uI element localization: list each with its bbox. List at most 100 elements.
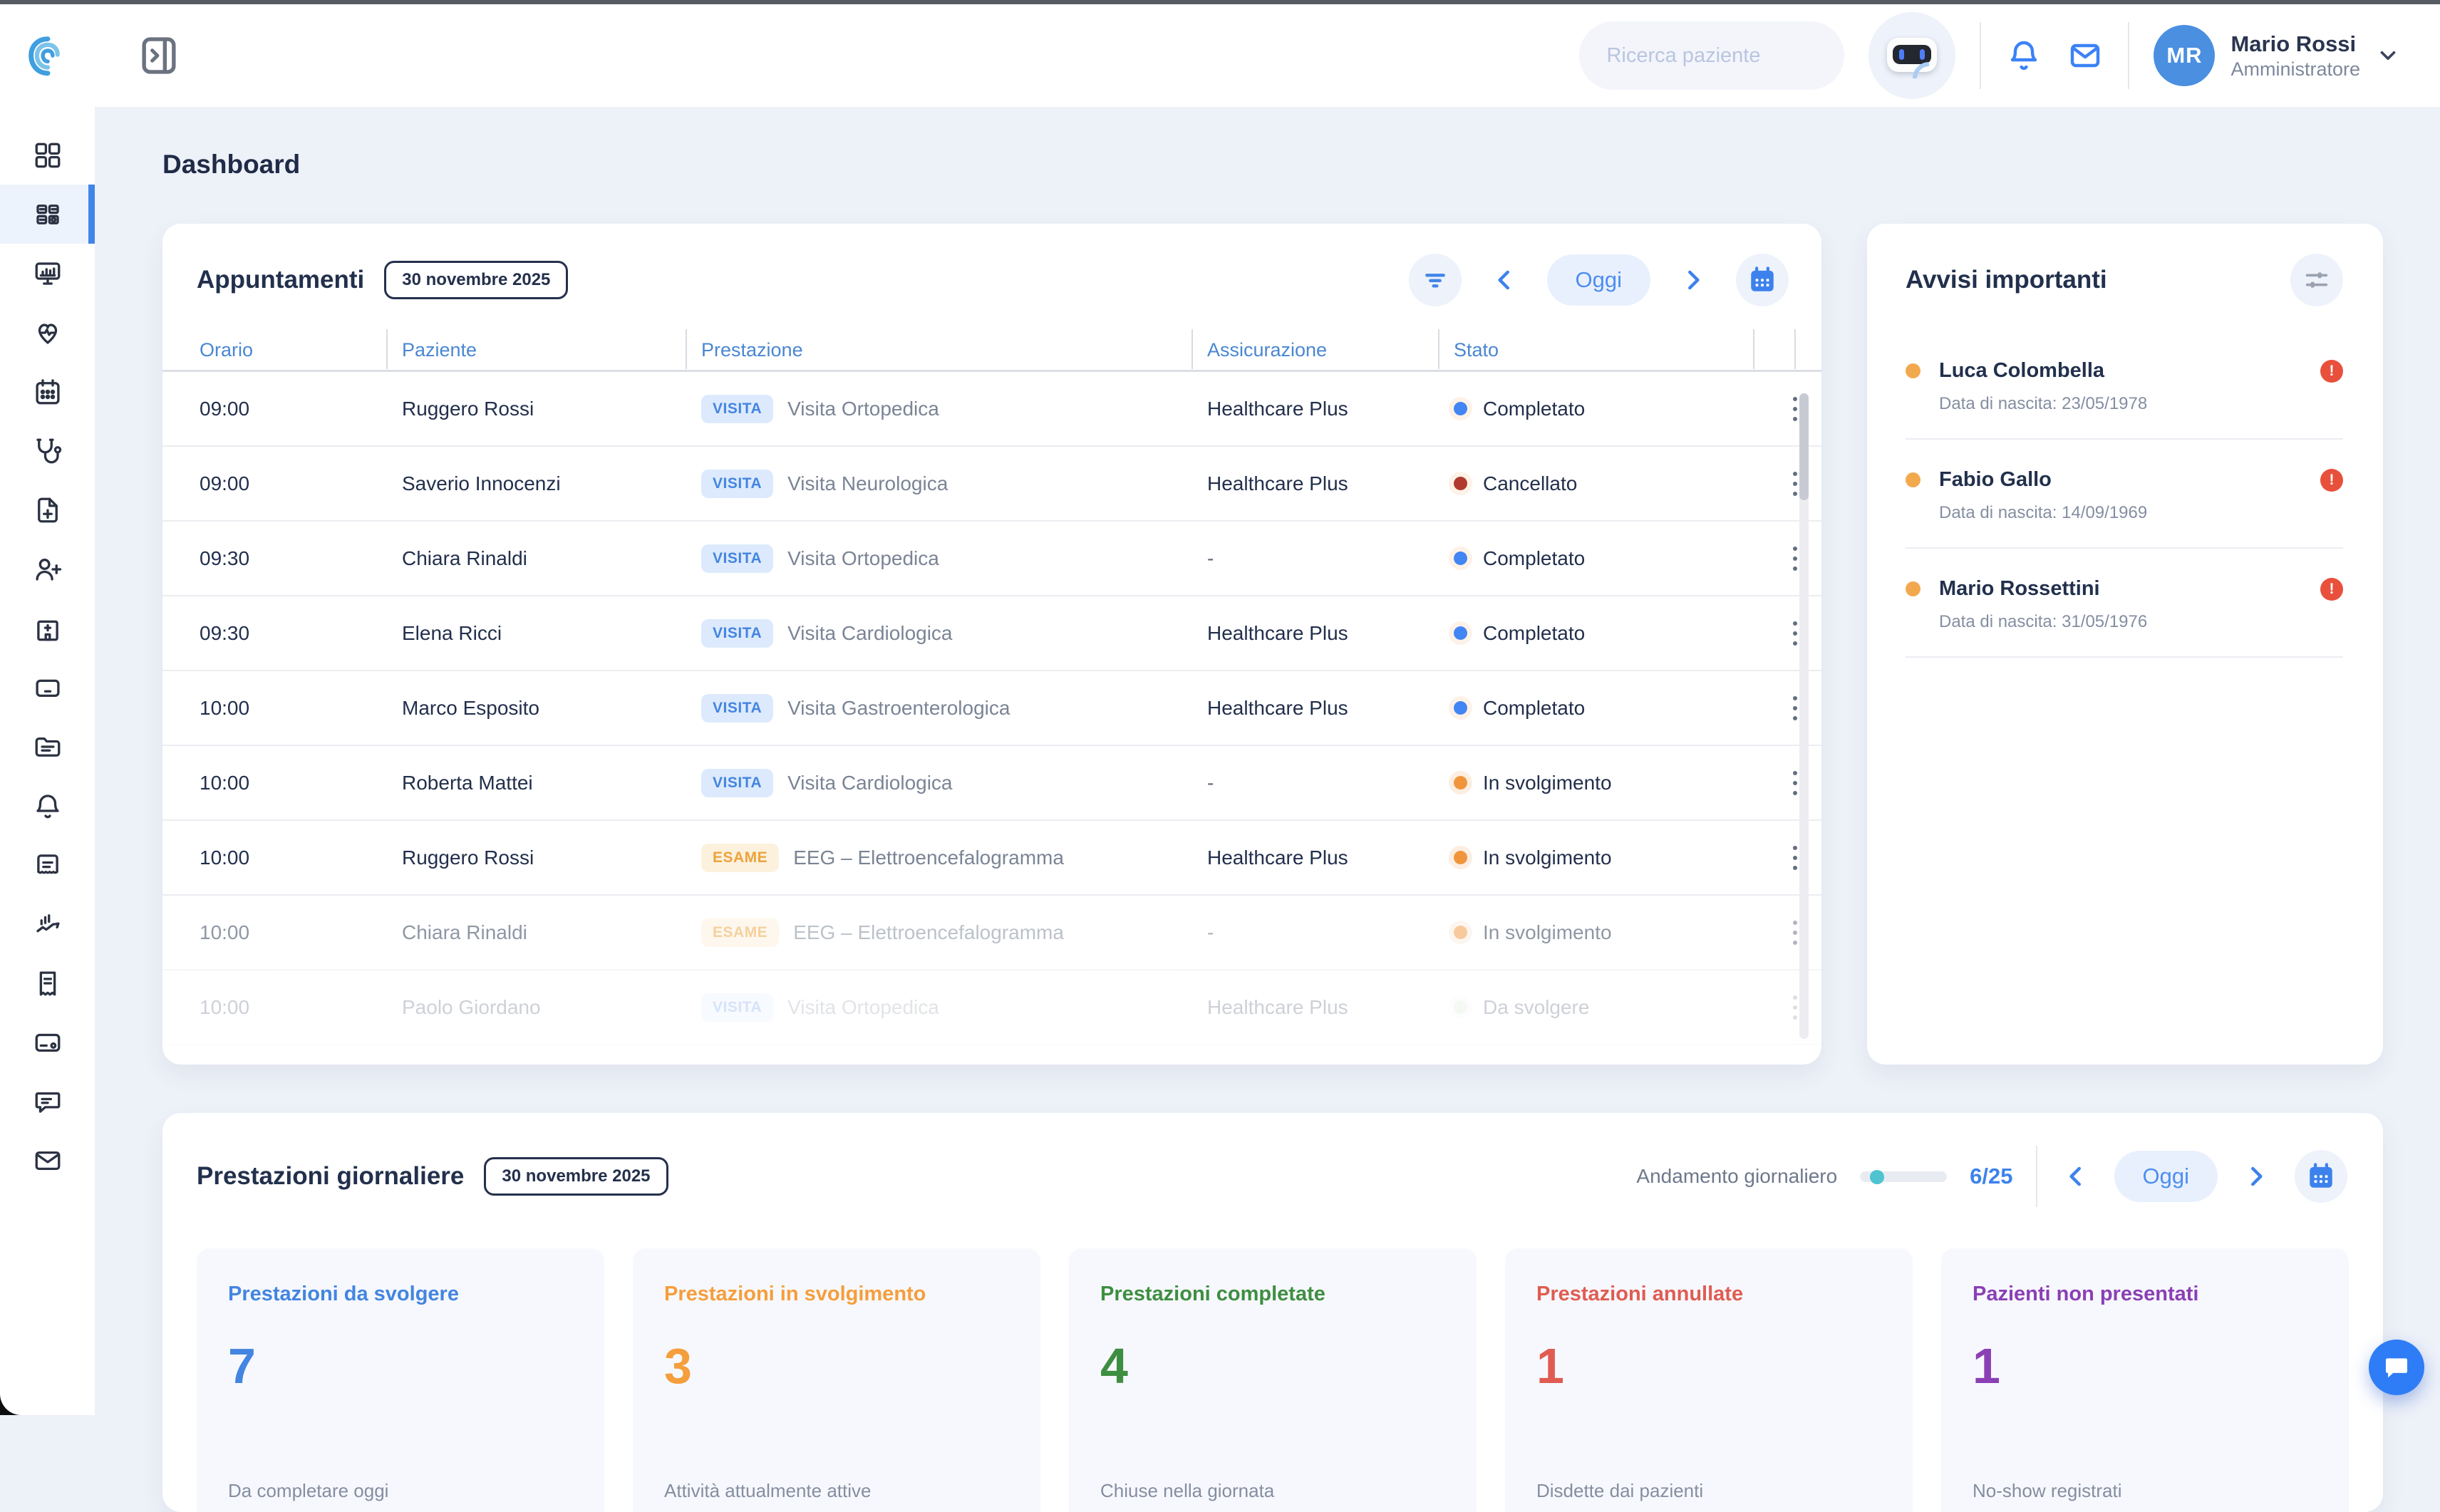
alert-name: Mario Rossettini xyxy=(1939,577,2100,601)
row-time: 09:30 xyxy=(184,547,386,570)
service-type-badge: VISITA xyxy=(701,544,773,573)
sidebar-item-tray[interactable] xyxy=(0,658,95,717)
filter-icon xyxy=(1421,266,1449,294)
daily-stat-cards: Prestazioni da svolgere 7 Da completare … xyxy=(162,1248,2383,1512)
appointment-row[interactable]: 09:30 Elena Ricci VISITA Visita Cardiolo… xyxy=(162,596,1821,671)
sidebar-item-receipt[interactable] xyxy=(0,953,95,1013)
file-plus-icon xyxy=(33,495,63,525)
bell-icon xyxy=(2007,38,2041,73)
stat-card[interactable]: Prestazioni annullate 1 Disdette dai paz… xyxy=(1505,1248,1913,1512)
mail-icon xyxy=(2068,38,2102,73)
appointment-row[interactable]: 09:30 Chiara Rinaldi VISITA Visita Ortop… xyxy=(162,522,1821,596)
sidebar-item-chart-trend[interactable] xyxy=(0,894,95,953)
alert-dob: Data di nascita: 31/05/1976 xyxy=(1939,612,2343,632)
appointment-row[interactable]: 10:00 Chiara Rinaldi ESAME EEG – Elettro… xyxy=(162,896,1821,970)
row-service: EEG – Elettroencefalogramma xyxy=(793,921,1064,944)
prev-day-button[interactable] xyxy=(1489,264,1520,296)
alert-item[interactable]: Fabio Gallo ! Data di nascita: 14/09/196… xyxy=(1906,461,2343,523)
sidebar-item-monitor-stats[interactable] xyxy=(0,244,95,303)
row-patient: Marco Esposito xyxy=(386,697,686,720)
daily-date-badge: 30 novembre 2025 xyxy=(484,1157,668,1196)
service-type-badge: VISITA xyxy=(701,470,773,498)
calendar-picker-button[interactable] xyxy=(1736,254,1789,306)
alert-item[interactable]: Mario Rossettini ! Data di nascita: 31/0… xyxy=(1906,570,2343,632)
row-patient: Ruggero Rossi xyxy=(386,846,686,869)
row-patient: Elena Ricci xyxy=(386,622,686,645)
appointment-row[interactable]: 10:00 Ruggero Rossi ESAME EEG – Elettroe… xyxy=(162,821,1821,896)
status-dot xyxy=(1454,851,1467,864)
appointment-row[interactable]: 09:00 Saverio Innocenzi VISITA Visita Ne… xyxy=(162,447,1821,522)
sidebar-item-heart-pulse[interactable] xyxy=(0,303,95,362)
stat-card[interactable]: Pazienti non presentati 1 No-show regist… xyxy=(1941,1248,2349,1512)
sidebar-item-bell[interactable] xyxy=(0,776,95,835)
service-type-badge: VISITA xyxy=(701,769,773,797)
sidebar-item-hospital[interactable] xyxy=(0,599,95,658)
row-time: 09:30 xyxy=(184,622,386,645)
alert-item-wrap: Mario Rossettini ! Data di nascita: 31/0… xyxy=(1906,570,2343,658)
service-type-badge: VISITA xyxy=(701,694,773,723)
sidebar-item-credit-card[interactable] xyxy=(0,1013,95,1072)
sidebar-toggle-button[interactable] xyxy=(140,34,177,77)
mail-icon xyxy=(33,1146,63,1176)
search-input[interactable] xyxy=(1606,44,1875,68)
sidebar-item-chat[interactable] xyxy=(0,1072,95,1131)
sidebar-item-folder[interactable] xyxy=(0,717,95,776)
daily-today-button[interactable]: Oggi xyxy=(2114,1151,2218,1202)
alert-warning-badge: ! xyxy=(2320,578,2343,601)
service-type-badge: VISITA xyxy=(701,993,773,1022)
stat-sub: Attività attualmente attive xyxy=(664,1480,1009,1502)
table-scrollbar-thumb[interactable] xyxy=(1799,393,1809,500)
chat-fab-button[interactable] xyxy=(2369,1340,2424,1395)
alerts-settings-button[interactable] xyxy=(2290,254,2343,306)
calendar-icon xyxy=(2306,1161,2336,1191)
today-button[interactable]: Oggi xyxy=(1547,254,1650,306)
filter-button[interactable] xyxy=(1409,254,1462,306)
daily-prev-button[interactable] xyxy=(2060,1161,2092,1192)
row-insurance: Healthcare Plus xyxy=(1191,622,1438,645)
sidebar-item-mail[interactable] xyxy=(0,1131,95,1190)
appointment-row[interactable]: 10:00 Roberta Mattei VISITA Visita Cardi… xyxy=(162,746,1821,821)
alert-dob: Data di nascita: 14/09/1969 xyxy=(1939,503,2343,523)
sidebar-item-calendar[interactable] xyxy=(0,362,95,421)
stat-sub: Chiuse nella giornata xyxy=(1100,1480,1445,1502)
messages-button[interactable] xyxy=(2067,37,2104,74)
next-day-button[interactable] xyxy=(1678,264,1709,296)
sliders-icon xyxy=(2302,266,2331,294)
stat-card[interactable]: Prestazioni in svolgimento 3 Attività at… xyxy=(633,1248,1040,1512)
alert-dob: Data di nascita: 23/05/1978 xyxy=(1939,394,2343,414)
assistant-robot-icon[interactable] xyxy=(1868,12,1955,99)
status-dot xyxy=(1454,626,1467,640)
appointments-date-badge: 30 novembre 2025 xyxy=(384,261,568,299)
daily-next-button[interactable] xyxy=(2240,1161,2272,1192)
stat-card[interactable]: Prestazioni completate 4 Chiuse nella gi… xyxy=(1069,1248,1477,1512)
sidebar-item-grid[interactable] xyxy=(0,125,95,185)
sidebar-item-file-plus[interactable] xyxy=(0,480,95,539)
stat-label: Prestazioni in svolgimento xyxy=(664,1283,1009,1306)
stethoscope-icon xyxy=(33,436,63,466)
notifications-button[interactable] xyxy=(2005,37,2042,74)
app-logo[interactable] xyxy=(0,32,95,79)
col-orario: Orario xyxy=(184,328,386,372)
divider xyxy=(1906,438,2343,440)
stat-sub: No-show registrati xyxy=(1973,1480,2317,1502)
row-time: 10:00 xyxy=(184,996,386,1019)
table-scrollbar[interactable] xyxy=(1799,393,1809,1039)
row-service: Visita Gastroenterologica xyxy=(787,697,1010,720)
sidebar-item-stethoscope[interactable] xyxy=(0,421,95,480)
sidebar-item-note[interactable] xyxy=(0,835,95,894)
appointments-table-body: 09:00 Ruggero Rossi VISITA Visita Ortope… xyxy=(162,372,1821,1045)
appointment-row[interactable]: 10:00 Paolo Giordano VISITA Visita Ortop… xyxy=(162,970,1821,1045)
appointment-row[interactable]: 10:00 Marco Esposito VISITA Visita Gastr… xyxy=(162,671,1821,746)
row-patient: Roberta Mattei xyxy=(386,772,686,794)
appointment-row[interactable]: 09:00 Ruggero Rossi VISITA Visita Ortope… xyxy=(162,372,1821,447)
sidebar-item-apps[interactable] xyxy=(0,185,95,244)
daily-calendar-button[interactable] xyxy=(2295,1150,2347,1203)
note-icon xyxy=(33,850,63,880)
appointments-table-header: Orario Paziente Prestazione Assicurazion… xyxy=(162,328,1821,372)
stat-card[interactable]: Prestazioni da svolgere 7 Da completare … xyxy=(197,1248,604,1512)
user-menu[interactable]: MR Mario Rossi Amministratore xyxy=(2154,25,2400,86)
row-insurance: - xyxy=(1191,921,1438,944)
alert-item[interactable]: Luca Colombella ! Data di nascita: 23/05… xyxy=(1906,352,2343,414)
sidebar-item-user-plus[interactable] xyxy=(0,539,95,599)
topbar: MR Mario Rossi Amministratore xyxy=(0,4,2440,107)
